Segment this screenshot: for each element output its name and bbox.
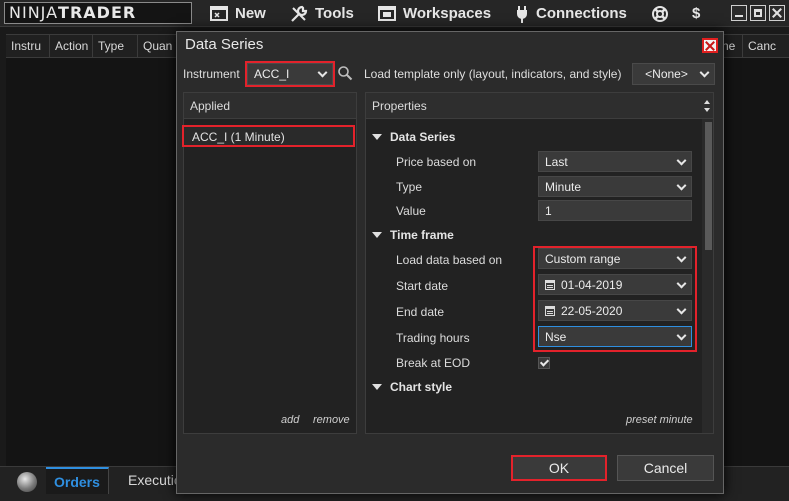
menu-workspaces[interactable]: Workspaces [378, 0, 491, 27]
start-date-label: Start date [396, 279, 449, 293]
calendar-icon [545, 279, 555, 290]
column-header-cancel[interactable]: Canc [743, 35, 789, 57]
column-header-instrument[interactable]: Instru [6, 35, 50, 57]
maximize-button[interactable] [750, 5, 766, 21]
menu-connections-label: Connections [536, 5, 627, 22]
properties-header: Properties [366, 93, 713, 119]
data-series-dialog: Data Series Instrument ACC_I Load templa… [176, 31, 724, 494]
chevron-down-icon [676, 180, 687, 191]
start-date-picker[interactable]: 01-04-2019 [538, 274, 692, 295]
menu-help[interactable] [651, 0, 669, 27]
applied-series-item[interactable]: ACC_I (1 Minute) [182, 125, 355, 147]
price-based-on-select[interactable]: Last [538, 151, 692, 172]
column-header-action[interactable]: Action [50, 35, 93, 57]
section-time-frame[interactable]: Time frame [372, 228, 454, 242]
menu-new-label: New [235, 5, 266, 22]
instrument-value: ACC_I [254, 67, 290, 81]
preset-minute-link[interactable]: preset minute [626, 414, 693, 426]
workspaces-icon [378, 6, 396, 21]
properties-scrollbar-thumb[interactable] [705, 122, 712, 250]
chevron-down-icon [699, 67, 710, 78]
load-data-select[interactable]: Custom range [538, 248, 692, 269]
column-header-quantity[interactable]: Quan [138, 35, 178, 57]
section-data-series[interactable]: Data Series [372, 130, 455, 144]
menu-tools-label: Tools [315, 5, 354, 22]
trading-hours-select[interactable]: Nse [538, 326, 692, 347]
ok-button[interactable]: OK [511, 455, 607, 481]
cancel-button[interactable]: Cancel [617, 455, 714, 481]
column-header-type[interactable]: Type [93, 35, 138, 57]
main-menubar: NINJATRADER New Tools Workspaces Connect… [0, 0, 789, 27]
section-chart-style[interactable]: Chart style [372, 380, 452, 394]
template-label: Load template only (layout, indicators, … [364, 67, 622, 81]
search-icon[interactable] [337, 65, 353, 81]
value-label: Value [396, 204, 426, 218]
chevron-down-icon [676, 330, 687, 341]
close-app-button[interactable] [769, 5, 785, 21]
menu-connections[interactable]: Connections [515, 0, 627, 27]
ninjatrader-logo: NINJATRADER [4, 2, 192, 24]
end-date-label: End date [396, 305, 445, 319]
chevron-down-icon [676, 252, 687, 263]
remove-link[interactable]: remove [313, 414, 350, 426]
price-based-on-label: Price based on [396, 155, 477, 169]
break-at-eod-label: Break at EOD [396, 356, 471, 370]
type-select[interactable]: Minute [538, 176, 692, 197]
end-date-picker[interactable]: 22-05-2020 [538, 300, 692, 321]
collapse-arrow-icon [372, 232, 382, 238]
menu-tools[interactable]: Tools [290, 0, 354, 27]
break-at-eod-checkbox[interactable] [538, 357, 550, 369]
minimize-button[interactable] [731, 5, 747, 21]
menu-workspaces-label: Workspaces [403, 5, 492, 22]
load-data-label: Load data based on [396, 253, 503, 267]
new-window-icon [210, 6, 228, 21]
applied-header: Applied [184, 93, 356, 119]
chevron-down-icon [676, 155, 687, 166]
chevron-down-icon [676, 304, 687, 315]
calendar-icon [545, 305, 555, 316]
scroll-arrows-icon[interactable] [702, 97, 712, 115]
menu-new[interactable]: New [210, 0, 266, 27]
type-label: Type [396, 180, 423, 194]
collapse-arrow-icon [372, 384, 382, 390]
value-input[interactable]: 1 [538, 200, 692, 221]
instrument-label: Instrument [183, 67, 240, 81]
template-value: <None> [645, 67, 688, 81]
dialog-close-button[interactable] [702, 38, 718, 53]
add-link[interactable]: add [281, 414, 299, 426]
chevron-down-icon [676, 278, 687, 289]
tab-orders[interactable]: Orders [46, 467, 109, 494]
chevron-down-icon [317, 67, 328, 78]
instrument-selector[interactable]: ACC_I [245, 61, 335, 87]
menu-account[interactable]: $ [692, 0, 700, 27]
trading-hours-label: Trading hours [396, 331, 470, 345]
dialog-title: Data Series [177, 32, 723, 58]
plug-icon [517, 5, 527, 23]
dollar-icon: $ [692, 5, 701, 22]
template-selector[interactable]: <None> [632, 63, 715, 85]
lifebuoy-icon [652, 5, 668, 22]
wrench-icon [291, 5, 308, 22]
collapse-arrow-icon [372, 134, 382, 140]
globe-icon[interactable] [17, 472, 37, 492]
